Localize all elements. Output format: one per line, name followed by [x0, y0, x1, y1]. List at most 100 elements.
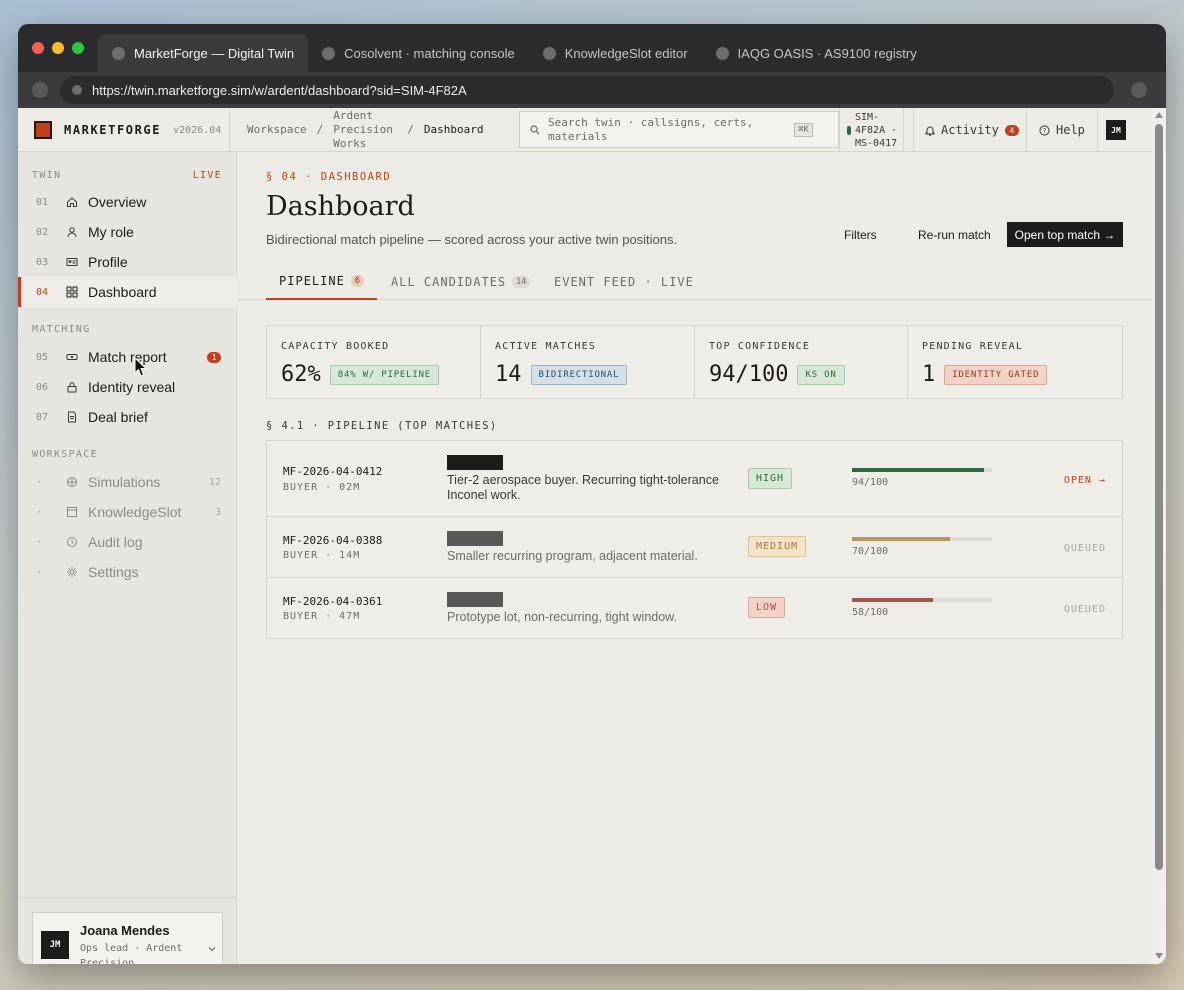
sidebar-section-workspace: WORKSPACE [32, 449, 98, 460]
activity-button[interactable]: Activity 4 [913, 108, 1027, 152]
sidebar-item-deal-brief[interactable]: 07 Deal brief [18, 402, 237, 432]
sidebar-item-label: Profile [88, 254, 128, 270]
address-bar: https://twin.marketforge.sim/w/ardent/da… [18, 72, 1166, 108]
tab-count-badge: 6 [350, 275, 364, 287]
session-id: SIM-4F82A · MS-0417 [855, 111, 898, 149]
extensions-button[interactable] [1131, 82, 1147, 98]
svg-text:?: ? [1043, 127, 1047, 135]
browser-tab-iaqg[interactable]: IAQG OASIS · AS9100 registry [702, 34, 931, 72]
search-shortcut: ⌘K [794, 122, 813, 137]
browser-tab-title: KnowledgeSlot editor [564, 45, 688, 61]
rerun-match-button[interactable]: Re-run match [918, 222, 991, 247]
sidebar-item-label: Overview [88, 194, 147, 210]
activity-label: Activity [941, 123, 999, 137]
user-name: Joana Mendes [80, 923, 170, 938]
browser-tab-cosolvent[interactable]: Cosolvent · matching console [308, 34, 529, 72]
help-button[interactable]: ? Help [1027, 108, 1098, 152]
sidebar-item-settings[interactable]: · Settings [18, 557, 237, 587]
user-avatar[interactable]: JM [1106, 120, 1126, 140]
tab-all-candidates[interactable]: ALL CANDIDATES 14 [391, 264, 531, 300]
score-text: 70/100 [852, 546, 889, 557]
session-indicator[interactable]: SIM-4F82A · MS-0417 [839, 108, 904, 152]
match-description: Tier-2 aerospace buyer. Recurring tight-… [447, 473, 719, 502]
user-icon [66, 226, 88, 238]
home-icon [66, 196, 88, 208]
sidebar-item-number: · [36, 476, 43, 488]
sidebar-item-overview[interactable]: 01 Overview [18, 187, 237, 217]
table-row[interactable]: MF-2026-04-0361 BUYER · 47M Prototype lo… [267, 578, 1122, 639]
sidebar-item-profile[interactable]: 03 Profile [18, 247, 237, 277]
site-info-icon[interactable] [72, 85, 82, 95]
confidence-badge: LOW [748, 597, 786, 618]
match-meta: BUYER · 14M [283, 550, 361, 561]
match-id: MF-2026-04-0361 [283, 595, 383, 608]
score-bar [852, 537, 992, 541]
match-id: MF-2026-04-0412 [283, 465, 383, 478]
kpi-value: 94/100 [709, 362, 789, 387]
filters-button[interactable]: Filters [844, 222, 877, 247]
sidebar-item-knowledgeslot[interactable]: · KnowledgeSlot 3 [18, 497, 237, 527]
back-button[interactable] [32, 82, 48, 98]
search-icon [530, 124, 540, 134]
sidebar: TWIN LIVE 01 Overview 02 My role 03 Prof… [18, 152, 237, 964]
kpi-label: TOP CONFIDENCE [709, 341, 811, 352]
url-field[interactable]: https://twin.marketforge.sim/w/ardent/da… [60, 76, 1114, 104]
table-row[interactable]: MF-2026-04-0412 BUYER · 02M Tier-2 aeros… [267, 441, 1122, 517]
square-icon [66, 506, 88, 518]
breadcrumb-workspace[interactable]: Workspace [247, 123, 307, 137]
minimize-window-button[interactable] [52, 42, 64, 54]
kpi-label: PENDING REVEAL [922, 341, 1024, 352]
sidebar-item-dashboard[interactable]: 04 Dashboard [18, 277, 237, 307]
scroll-up-icon[interactable] [1155, 112, 1163, 118]
redacted-name [447, 455, 503, 470]
queued-status: QUEUED [1063, 604, 1106, 615]
open-top-match-label: Open top match → [1014, 227, 1116, 242]
scrollbar[interactable] [1152, 108, 1166, 964]
sidebar-item-audit-log[interactable]: · Audit log [18, 527, 237, 557]
tab-event-feed[interactable]: EVENT FEED · LIVE [554, 264, 694, 300]
search-placeholder: Search twin · callsigns, certs, material… [548, 115, 754, 143]
sidebar-item-number: 06 [36, 381, 49, 393]
maximize-window-button[interactable] [72, 42, 84, 54]
id-card-icon [66, 256, 88, 268]
chevron-down-icon[interactable] [208, 946, 216, 952]
redacted-name [447, 592, 503, 607]
kpi-top-confidence: TOP CONFIDENCE 94/100 KS ON [695, 326, 908, 398]
breadcrumb-separator: / [407, 123, 414, 136]
sidebar-item-simulations[interactable]: · Simulations 12 [18, 467, 237, 497]
browser-tab-knowledgeslot[interactable]: KnowledgeSlot editor [529, 34, 702, 72]
close-window-button[interactable] [32, 42, 44, 54]
bell-icon [925, 126, 935, 136]
sidebar-item-number: 03 [36, 256, 49, 268]
browser-tab-marketforge[interactable]: MarketForge — Digital Twin [98, 34, 309, 72]
tab-count-badge: 14 [512, 276, 531, 288]
match-id: MF-2026-04-0388 [283, 534, 383, 547]
browser-tab-title: Cosolvent · matching console [344, 45, 515, 61]
user-card[interactable]: JM Joana Mendes Ops lead · Ardent Precis… [32, 912, 223, 964]
mouse-cursor-icon [134, 357, 148, 377]
brand[interactable]: MARKETFORGE v2026.04 [18, 108, 230, 152]
score-fill [852, 537, 950, 541]
user-role: Ops lead · Ardent Precision [80, 943, 183, 964]
score-text: 58/100 [852, 607, 889, 618]
open-match-link[interactable]: OPEN → [1064, 475, 1106, 486]
sidebar-item-label: Identity reveal [88, 379, 176, 395]
sidebar-item-identity-reveal[interactable]: 06 Identity reveal [18, 372, 237, 402]
redacted-name [447, 531, 503, 546]
search-input[interactable]: Search twin · callsigns, certs, material… [519, 111, 839, 148]
sidebar-item-my-role[interactable]: 02 My role [18, 217, 237, 247]
tab-label: PIPELINE [279, 274, 345, 288]
breadcrumb-company[interactable]: Ardent Precision Works [333, 109, 397, 151]
tab-pipeline[interactable]: PIPELINE 6 [266, 264, 377, 300]
confidence-badge: MEDIUM [748, 536, 807, 557]
scroll-down-icon[interactable] [1155, 953, 1163, 959]
scrollbar-thumb[interactable] [1155, 124, 1163, 870]
kpi-pill: IDENTITY GATED [944, 364, 1048, 385]
open-top-match-button[interactable]: Open top match → [1007, 222, 1123, 247]
table-row[interactable]: MF-2026-04-0388 BUYER · 14M Smaller recu… [267, 517, 1122, 578]
confidence-badge: HIGH [748, 468, 793, 489]
sidebar-item-match-report[interactable]: 05 Match report 1 [18, 342, 237, 372]
sidebar-item-number: · [36, 536, 43, 548]
globe-icon [66, 476, 88, 488]
sidebar-item-number: · [36, 506, 43, 518]
